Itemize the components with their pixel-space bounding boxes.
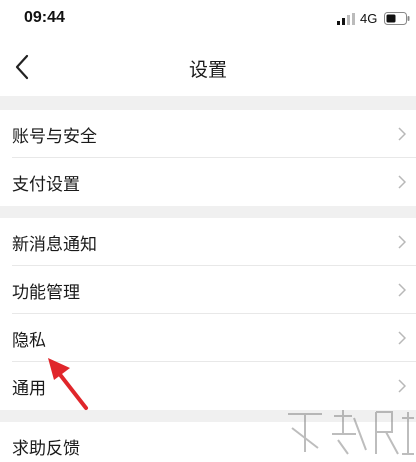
battery-icon xyxy=(384,12,410,25)
navigation-bar: 设置 xyxy=(0,38,416,96)
chevron-right-icon xyxy=(398,127,406,141)
section-gap xyxy=(0,96,416,110)
chevron-right-icon xyxy=(398,379,406,393)
settings-item-label: 新消息通知 xyxy=(12,235,97,255)
watermark-logo-icon xyxy=(288,410,414,455)
status-bar: 09:44 4G xyxy=(0,0,416,38)
page-title: 设置 xyxy=(188,59,227,81)
red-arrow-annotation-icon xyxy=(48,358,88,410)
network-type: 4G xyxy=(360,11,378,26)
status-time: 09:44 xyxy=(24,9,65,26)
chevron-right-icon xyxy=(398,331,406,345)
chevron-right-icon xyxy=(398,235,406,249)
section-gap xyxy=(0,206,416,218)
chevron-right-icon xyxy=(398,175,406,189)
settings-item-features[interactable]: 功能管理 xyxy=(0,266,416,314)
settings-item-payment[interactable]: 支付设置 xyxy=(0,158,416,206)
settings-item-label: 功能管理 xyxy=(12,283,80,303)
chevron-right-icon xyxy=(398,283,406,297)
settings-item-notifications[interactable]: 新消息通知 xyxy=(0,218,416,266)
settings-item-label: 账号与安全 xyxy=(12,127,97,147)
signal-strength-icon xyxy=(337,13,355,25)
settings-item-account-security[interactable]: 账号与安全 xyxy=(0,110,416,158)
settings-screen: 09:44 4G 设置 账号与安全 支付设置 新消息通知 功能管理 隐私 通用 … xyxy=(0,0,416,462)
settings-item-label: 支付设置 xyxy=(12,175,80,195)
settings-item-label: 求助反馈 xyxy=(12,439,80,459)
settings-item-label: 隐私 xyxy=(12,331,46,351)
